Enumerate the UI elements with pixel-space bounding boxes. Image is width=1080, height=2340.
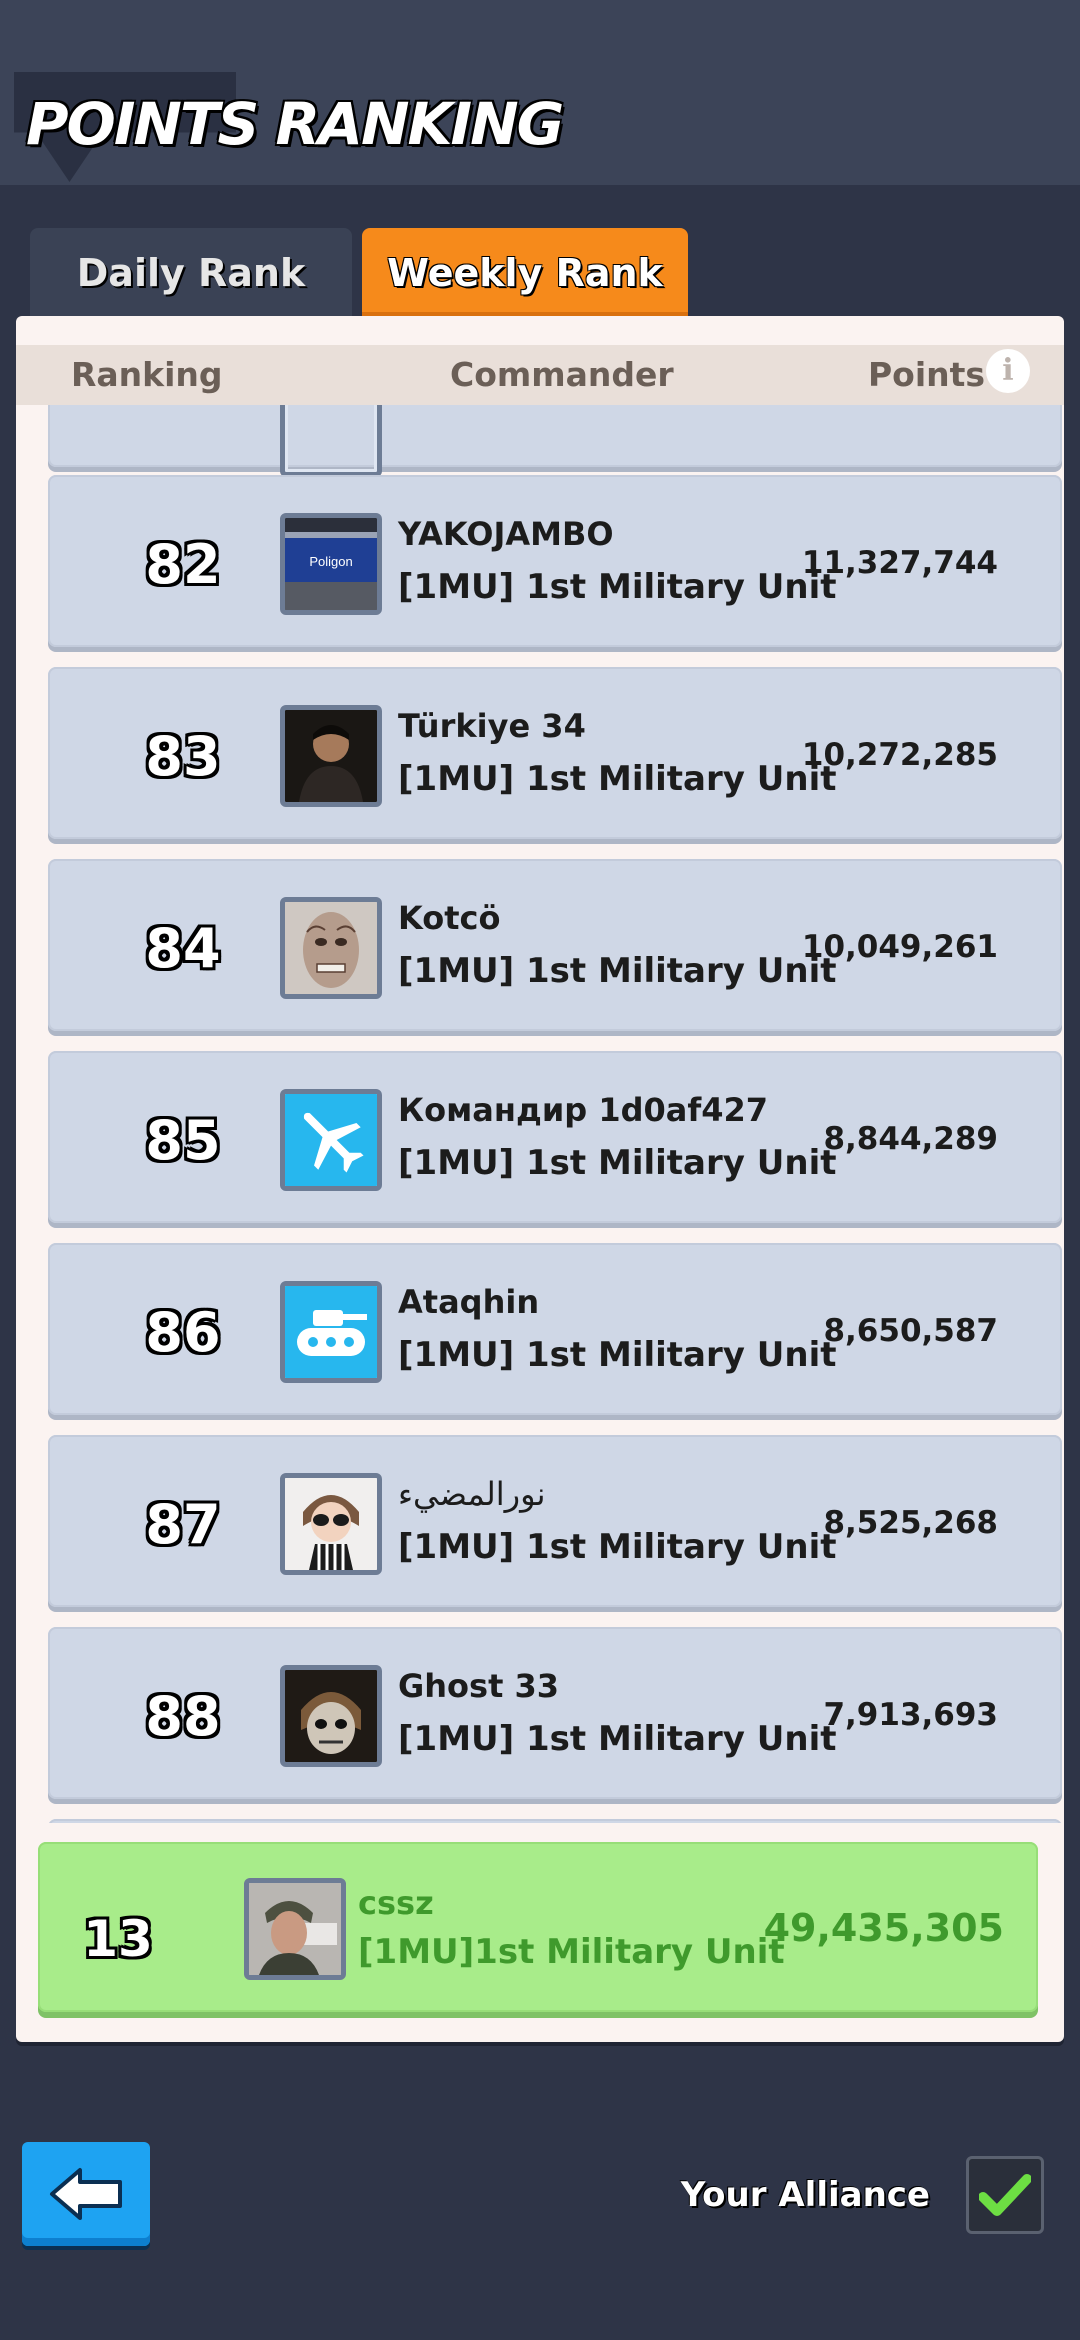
tab-weekly-rank[interactable]: Weekly Rank <box>362 228 688 332</box>
back-arrow-icon <box>50 2168 122 2220</box>
my-rank-number: 13 <box>83 1910 153 1968</box>
rank-number: 83 <box>145 725 221 788</box>
alliance-name: [1MU] 1st Military Unit <box>398 1719 837 1759</box>
column-header-row: Ranking Commander Points <box>16 345 1064 405</box>
my-alliance-name: [1MU]1st Military Unit <box>358 1932 785 1972</box>
points-value: 11,327,744 <box>801 545 998 581</box>
info-icon[interactable]: i <box>986 349 1030 393</box>
checkmark-icon <box>979 2174 1031 2216</box>
your-alliance-checkbox[interactable] <box>966 2156 1044 2234</box>
subway-sign-photo-icon: Poligon <box>285 518 377 610</box>
alliance-name: [1MU] 1st Military Unit <box>398 567 837 607</box>
list-item-partial-bottom <box>48 1819 1062 1823</box>
avatar[interactable] <box>280 1665 382 1767</box>
my-avatar[interactable] <box>244 1878 346 1980</box>
alliance-name: [1MU] 1st Military Unit <box>398 1143 837 1183</box>
points-value: 10,049,261 <box>801 929 998 965</box>
rank-number: 88 <box>145 1685 221 1748</box>
commander-name: Ghost 33 <box>398 1667 560 1705</box>
airplane-icon <box>285 1094 377 1186</box>
list-item[interactable]: 83 Türkiye 34 [1MU] 1st Military Unit 10… <box>48 667 1062 839</box>
column-header-ranking: Ranking <box>71 355 223 394</box>
my-commander-name: cssz <box>358 1884 434 1922</box>
commander-name: Türkiye 34 <box>398 707 586 745</box>
avatar <box>280 405 382 477</box>
screen: POINTS RANKING Daily Rank Weekly Rank Ra… <box>0 0 1080 2340</box>
list-item[interactable]: 88 Ghost 33 [1MU] 1st Military Unit 7,91… <box>48 1627 1062 1799</box>
my-points-value: 49,435,305 <box>763 1906 1004 1950</box>
alliance-name: [1MU] 1st Military Unit <box>398 759 837 799</box>
man-in-suit-photo-icon <box>285 710 377 802</box>
list-item[interactable]: 85 Командир 1d0af427 [1MU] 1st Military … <box>48 1051 1062 1223</box>
commander-name: YAKOJAMBO <box>398 515 614 553</box>
list-item[interactable]: 82 Poligon YAKOJAMBO [1MU] 1st Military … <box>48 475 1062 647</box>
alliance-name: [1MU] 1st Military Unit <box>398 951 837 991</box>
alliance-name: [1MU] 1st Military Unit <box>398 1527 837 1567</box>
list-item-partial-top <box>48 405 1062 477</box>
commander-name: Kotcö <box>398 899 501 937</box>
avatar[interactable] <box>280 897 382 999</box>
points-value: 7,913,693 <box>823 1697 998 1733</box>
svg-text:Poligon: Poligon <box>309 554 352 569</box>
avatar[interactable] <box>280 1089 382 1191</box>
cartoon-girl-photo-icon <box>285 1478 377 1570</box>
avatar[interactable] <box>280 1473 382 1575</box>
points-value: 8,525,268 <box>823 1505 998 1541</box>
rank-number: 82 <box>145 533 221 596</box>
rank-number: 86 <box>145 1301 221 1364</box>
avatar[interactable] <box>280 705 382 807</box>
avatar[interactable] <box>280 1281 382 1383</box>
page-title: POINTS RANKING <box>26 90 564 158</box>
points-value: 8,650,587 <box>823 1313 998 1349</box>
commander-name: Ataqhin <box>398 1283 540 1321</box>
alliance-name: [1MU] 1st Military Unit <box>398 1335 837 1375</box>
rank-number: 87 <box>145 1493 221 1556</box>
commander-name: Командир 1d0af427 <box>398 1091 769 1129</box>
tank-icon <box>285 1286 377 1378</box>
column-header-commander: Commander <box>450 355 674 394</box>
column-header-points: Points <box>868 355 986 394</box>
your-alliance-label: Your Alliance <box>680 2175 930 2215</box>
soldier-photo-icon <box>249 1883 341 1975</box>
commander-name: نورالمضيء <box>398 1475 546 1513</box>
points-value: 10,272,285 <box>801 737 998 773</box>
list-item[interactable]: 86 Ataqhin [1MU] 1st Military Unit 8,650… <box>48 1243 1062 1415</box>
tattooed-face-photo-icon <box>285 902 377 994</box>
ranking-list[interactable]: 82 Poligon YAKOJAMBO [1MU] 1st Military … <box>16 405 1064 1823</box>
rank-number: 84 <box>145 917 221 980</box>
back-button[interactable] <box>22 2142 150 2246</box>
rank-number: 85 <box>145 1109 221 1172</box>
avatar[interactable]: Poligon <box>280 513 382 615</box>
tab-daily-rank[interactable]: Daily Rank <box>30 228 352 318</box>
list-item[interactable]: 84 Kotcö [1MU] 1st Military Unit 10,049,… <box>48 859 1062 1031</box>
points-value: 8,844,289 <box>823 1121 998 1157</box>
list-item[interactable]: 87 نورالمضيء [1MU] 1st Military Unit 8,5… <box>48 1435 1062 1607</box>
ghost-soldier-photo-icon <box>285 1670 377 1762</box>
